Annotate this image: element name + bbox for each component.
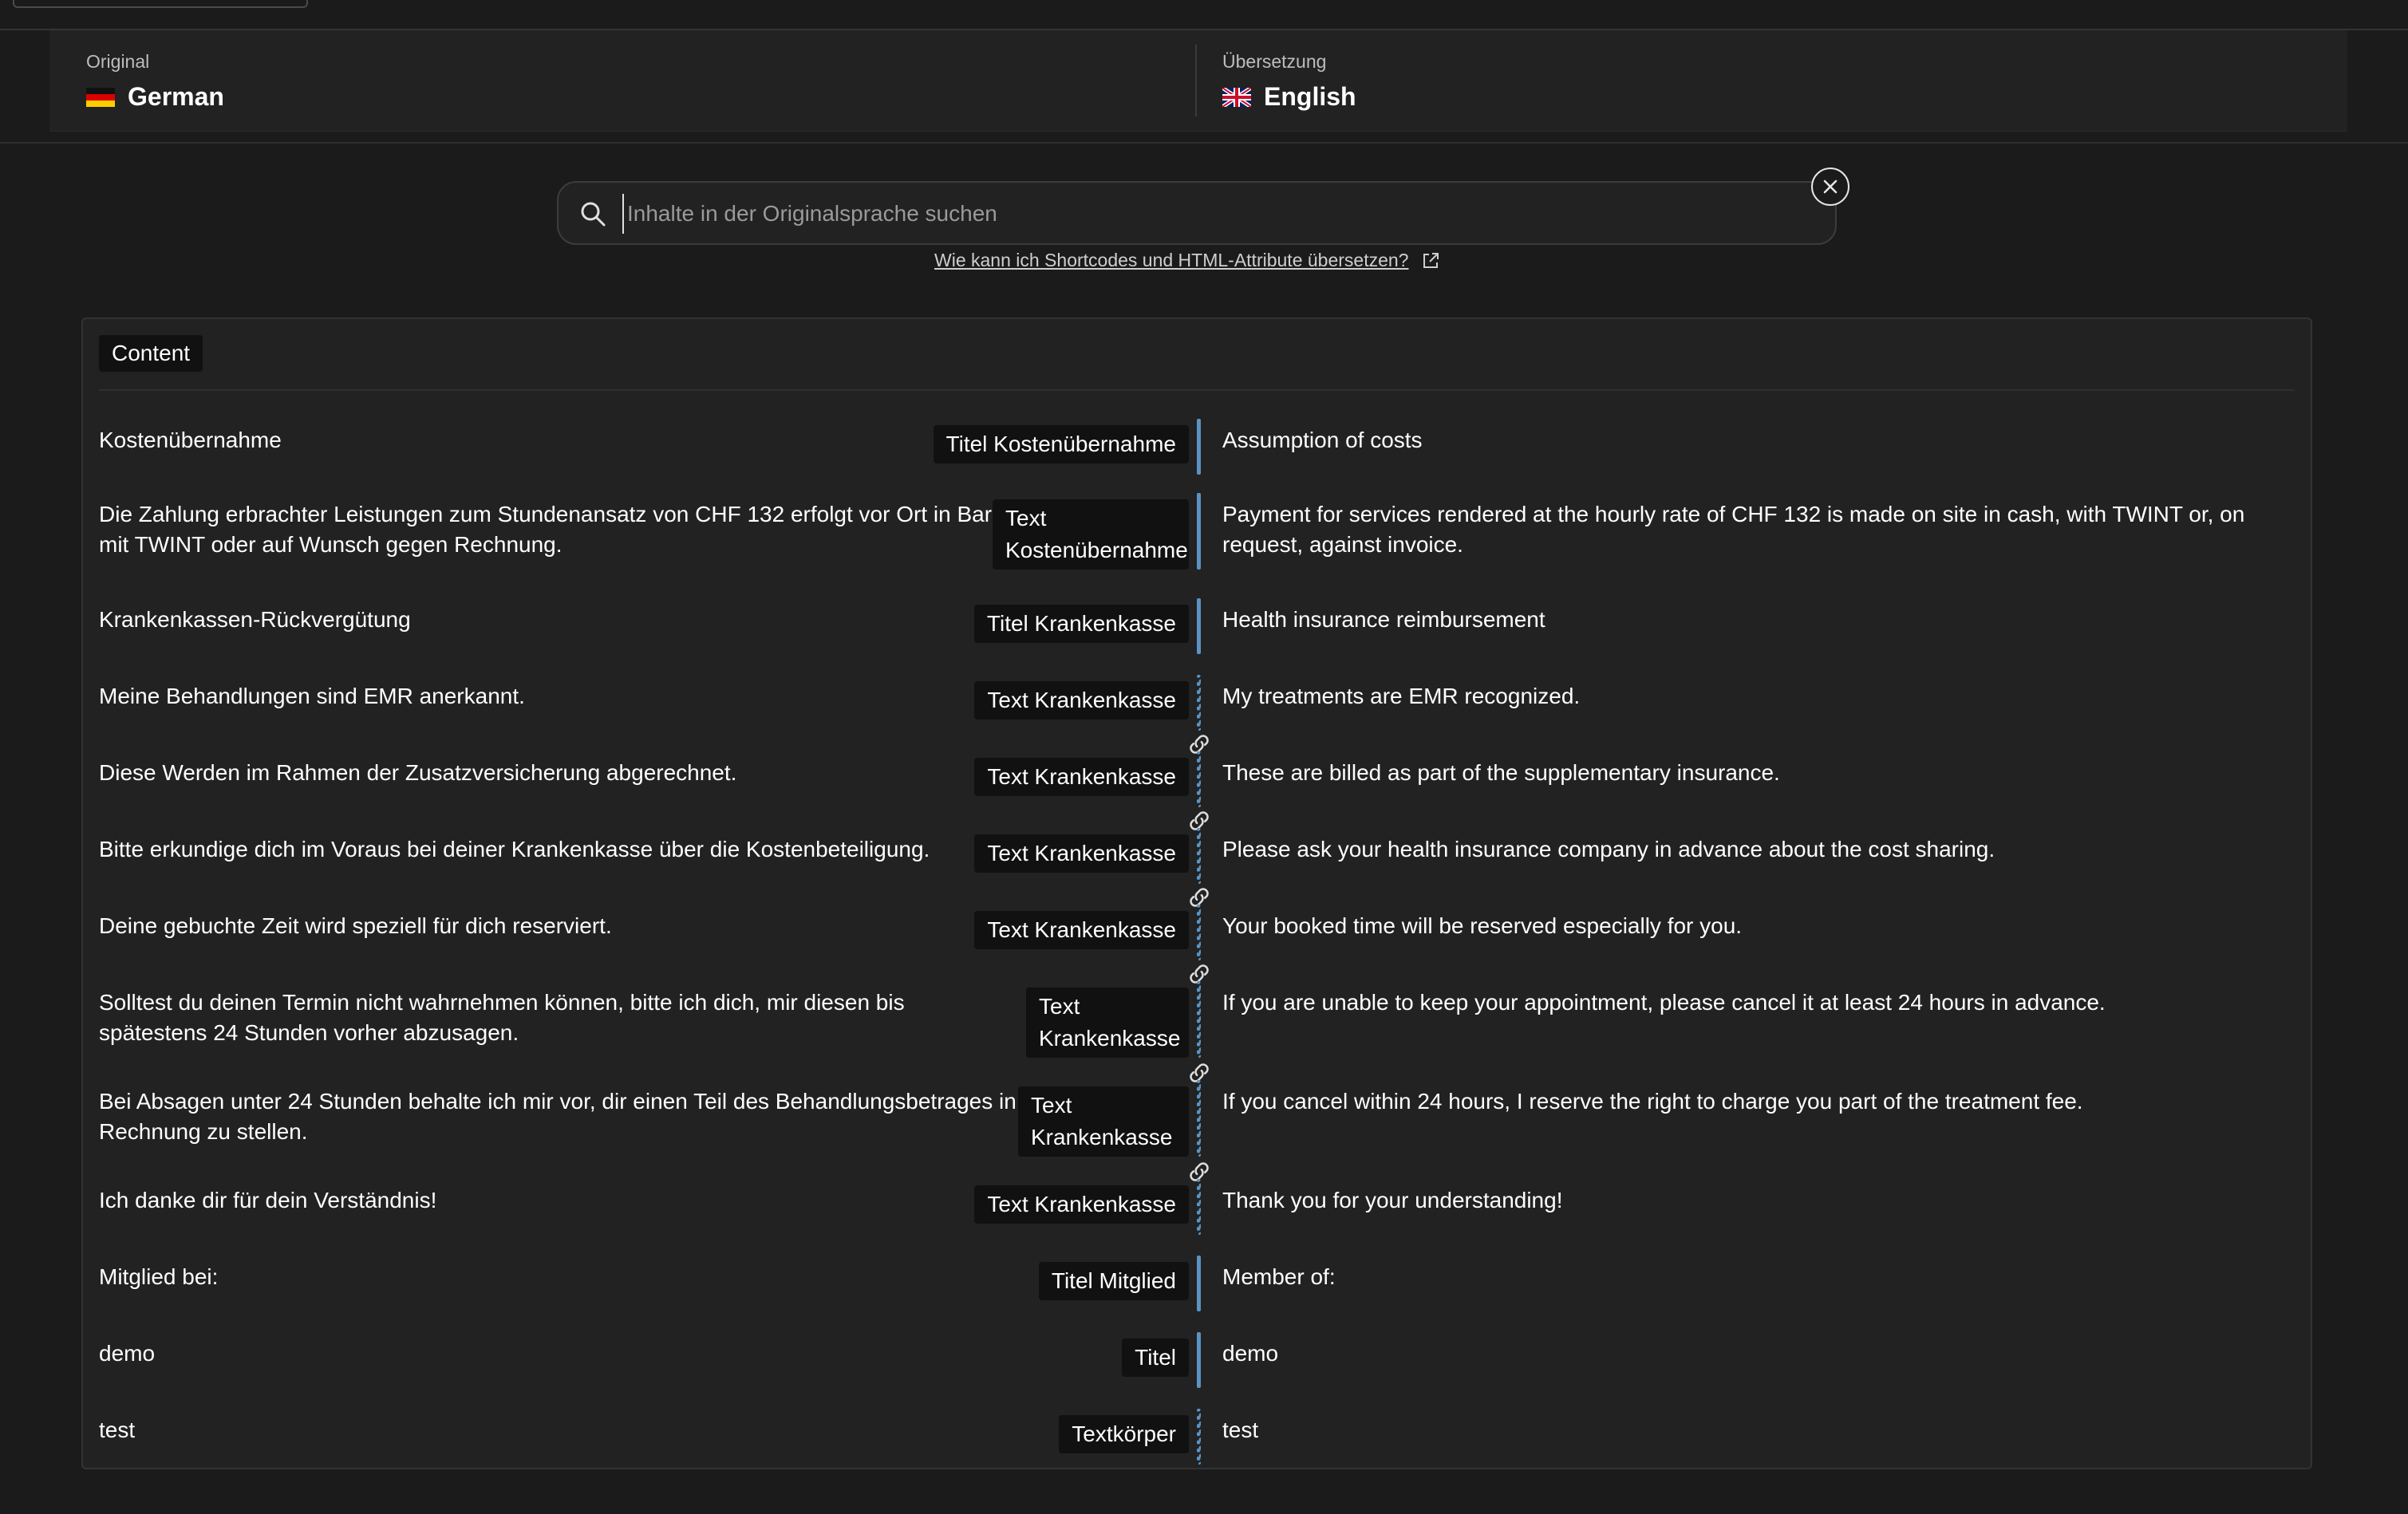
field-name-badge: Text Kostenübernahme bbox=[993, 499, 1189, 570]
field-name-badge: Textkörper bbox=[1059, 1415, 1189, 1453]
translation-label: Übersetzung bbox=[1222, 51, 1327, 72]
linked-segment-bar bbox=[1197, 981, 1201, 1058]
linked-segment-bar bbox=[1197, 828, 1201, 884]
original-text: Meine Behandlungen sind EMR anerkannt. bbox=[99, 684, 525, 708]
segment-bar bbox=[1197, 1332, 1201, 1388]
search-icon bbox=[581, 202, 606, 227]
translation-text[interactable]: Assumption of costs bbox=[1222, 425, 1423, 455]
translation-text[interactable]: demo bbox=[1222, 1339, 1278, 1369]
original-text: test bbox=[99, 1417, 136, 1442]
top-bar bbox=[0, 0, 2408, 30]
shortcodes-help-link[interactable]: Wie kann ich Shortcodes und HTML-Attribu… bbox=[934, 250, 1440, 271]
translation-text[interactable]: Payment for services rendered at the hou… bbox=[1222, 499, 2284, 560]
original-text: Bei Absagen unter 24 Stunden behalte ich… bbox=[99, 1089, 1016, 1144]
field-name-badge: Text Krankenkasse bbox=[974, 911, 1189, 949]
linked-segment-bar bbox=[1197, 1080, 1201, 1157]
original-text: Mitglied bei: bbox=[99, 1264, 219, 1289]
search-input[interactable] bbox=[622, 194, 1810, 234]
field-name-badge: Text Krankenkasse bbox=[974, 681, 1189, 720]
language-divider bbox=[1195, 45, 1197, 116]
translation-text[interactable]: Please ask your health insurance company… bbox=[1222, 834, 1995, 865]
segment-bar bbox=[1197, 598, 1201, 654]
field-name-badge: Text Krankenkasse bbox=[974, 834, 1189, 873]
translation-row[interactable]: Diese Werden im Rahmen der Zusatzversich… bbox=[83, 751, 2314, 807]
original-language-name: German bbox=[128, 82, 224, 111]
linked-segment-bar bbox=[1197, 905, 1201, 960]
close-icon bbox=[1823, 179, 1838, 194]
translation-text[interactable]: My treatments are EMR recognized. bbox=[1222, 681, 1580, 712]
translation-text[interactable]: Thank you for your understanding! bbox=[1222, 1185, 1562, 1216]
help-link-text[interactable]: Wie kann ich Shortcodes und HTML-Attribu… bbox=[934, 250, 1408, 271]
field-name-badge: Text Krankenkasse bbox=[974, 758, 1189, 796]
translation-text[interactable]: If you cancel within 24 hours, I reserve… bbox=[1222, 1086, 2083, 1117]
language-header: Original German Übersetzung English bbox=[49, 30, 2347, 132]
header-divider bbox=[0, 142, 2408, 144]
linked-segment-bar bbox=[1197, 1409, 1201, 1465]
original-text: Solltest du deinen Termin nicht wahrnehm… bbox=[99, 990, 905, 1045]
translation-language-name: English bbox=[1264, 82, 1356, 111]
field-name-badge: Titel Krankenkasse bbox=[973, 605, 1189, 643]
translation-row[interactable]: Die Zahlung erbrachter Leistungen zum St… bbox=[83, 493, 2314, 570]
original-text: Deine gebuchte Zeit wird speziell für di… bbox=[99, 913, 612, 938]
search-box bbox=[557, 181, 1837, 245]
translation-row[interactable]: test Textkörper test bbox=[83, 1409, 2314, 1465]
original-text: Die Zahlung erbrachter Leistungen zum St… bbox=[99, 502, 997, 557]
translation-row[interactable]: Krankenkassen-Rückvergütung Titel Kranken… bbox=[83, 598, 2314, 654]
original-text: Ich danke dir für dein Verständnis! bbox=[99, 1188, 437, 1212]
translation-row[interactable]: Mitglied bei: Titel Mitglied Member of: bbox=[83, 1256, 2314, 1311]
original-label: Original bbox=[86, 51, 150, 72]
top-tab[interactable] bbox=[13, 0, 308, 8]
original-text: Bitte erkundige dich im Voraus bei deine… bbox=[99, 837, 930, 861]
translation-text[interactable]: Member of: bbox=[1222, 1262, 1336, 1292]
original-text: Krankenkassen-Rückvergütung bbox=[99, 607, 411, 632]
section-label: Content bbox=[99, 335, 203, 372]
segment-bar bbox=[1197, 419, 1201, 475]
translation-row[interactable]: Ich danke dir für dein Verständnis! Text … bbox=[83, 1179, 2314, 1235]
uk-flag-icon bbox=[1222, 87, 1251, 107]
segment-bar bbox=[1197, 493, 1201, 570]
clear-search-button[interactable] bbox=[1811, 168, 1849, 206]
external-link-icon bbox=[1423, 252, 1439, 268]
linked-segment-bar bbox=[1197, 675, 1201, 731]
field-name-badge: Text Krankenkasse bbox=[1018, 1086, 1189, 1157]
german-flag-icon bbox=[86, 87, 115, 107]
original-text: Diese Werden im Rahmen der Zusatzversich… bbox=[99, 760, 737, 785]
translation-row[interactable]: Bitte erkundige dich im Voraus bei deine… bbox=[83, 828, 2314, 884]
linked-segment-bar bbox=[1197, 1179, 1201, 1235]
field-name-badge: Text Krankenkasse bbox=[974, 1185, 1189, 1224]
original-text: demo bbox=[99, 1341, 156, 1366]
translation-language: Übersetzung English bbox=[1222, 51, 1356, 112]
original-language: Original German bbox=[86, 51, 224, 112]
field-name-badge: Text Krankenkasse bbox=[1026, 988, 1189, 1058]
translation-text[interactable]: Health insurance reimbursement bbox=[1222, 605, 1545, 635]
translation-row[interactable]: Bei Absagen unter 24 Stunden behalte ich… bbox=[83, 1080, 2314, 1157]
content-panel: Content Kostenübernahme Titel Kostenübern… bbox=[81, 317, 2312, 1469]
segment-bar bbox=[1197, 1256, 1201, 1311]
field-name-badge: Titel bbox=[1122, 1339, 1189, 1377]
original-text: Kostenübernahme bbox=[99, 428, 282, 452]
translation-text[interactable]: test bbox=[1222, 1415, 1258, 1445]
translation-row[interactable]: Kostenübernahme Titel Kostenübernahme Assu… bbox=[83, 419, 2314, 475]
linked-segment-bar bbox=[1197, 751, 1201, 807]
translation-row[interactable]: Meine Behandlungen sind EMR anerkannt. Te… bbox=[83, 675, 2314, 731]
translation-row[interactable]: Solltest du deinen Termin nicht wahrnehm… bbox=[83, 981, 2314, 1058]
translation-text[interactable]: Your booked time will be reserved especi… bbox=[1222, 911, 1742, 941]
translation-text[interactable]: If you are unable to keep your appointme… bbox=[1222, 988, 2106, 1018]
translation-row[interactable]: Deine gebuchte Zeit wird speziell für di… bbox=[83, 905, 2314, 960]
translation-text[interactable]: These are billed as part of the suppleme… bbox=[1222, 758, 1780, 788]
field-name-badge: Titel Mitglied bbox=[1038, 1262, 1189, 1300]
section-divider bbox=[99, 389, 2295, 391]
field-name-badge: Titel Kostenübernahme bbox=[933, 425, 1189, 463]
translation-row[interactable]: demo Titel demo bbox=[83, 1332, 2314, 1388]
